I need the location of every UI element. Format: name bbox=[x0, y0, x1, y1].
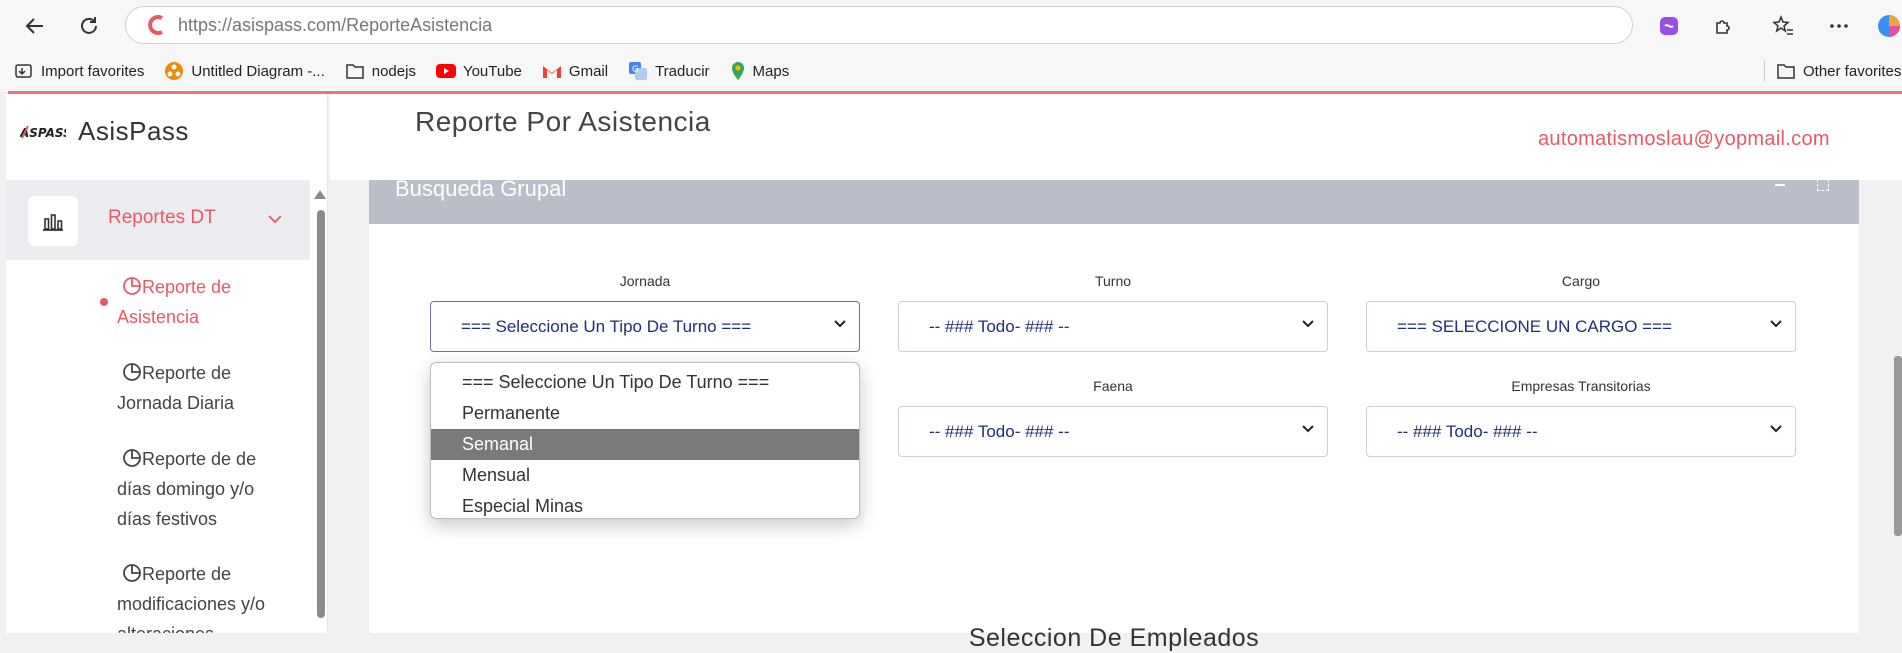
favorites-button[interactable] bbox=[1766, 9, 1800, 43]
bookmark-gmail[interactable]: Gmail bbox=[542, 63, 608, 80]
bookmark-maps[interactable]: Maps bbox=[730, 61, 789, 81]
chevron-down-icon[interactable] bbox=[268, 211, 282, 229]
sidebar-item-reporte-asistencia[interactable]: Reporte de Asistencia bbox=[117, 272, 287, 332]
jornada-dropdown-list: === Seleccione Un Tipo De Turno === Perm… bbox=[430, 362, 860, 519]
expand-icon[interactable] bbox=[1817, 179, 1829, 192]
bookmark-nodejs[interactable]: nodejs bbox=[345, 62, 416, 80]
arrow-left-icon bbox=[25, 18, 43, 34]
svg-text:G: G bbox=[632, 65, 639, 75]
translate-icon: G bbox=[628, 61, 648, 81]
bookmark-other-favorites[interactable]: Other favorites bbox=[1764, 60, 1901, 82]
turno-label: Turno bbox=[1094, 273, 1132, 289]
drawio-icon bbox=[164, 61, 184, 81]
back-button[interactable] bbox=[18, 9, 52, 43]
youtube-icon bbox=[435, 64, 456, 78]
pie-chart-icon bbox=[123, 564, 141, 582]
refresh-icon bbox=[81, 17, 97, 34]
faena-label: Faena bbox=[1093, 378, 1133, 394]
menu-reportes-dt-label: Reportes DT bbox=[108, 207, 216, 228]
chevron-down-icon bbox=[1770, 425, 1782, 433]
sidebar-item-reporte-jornada-diaria[interactable]: Reporte de Jornada Diaria bbox=[117, 358, 287, 418]
bookmark-import-favorites[interactable]: Import favorites bbox=[14, 62, 144, 80]
address-bar[interactable]: https://asispass.com/ReporteAsistencia bbox=[125, 6, 1633, 44]
topbar: Reporte Por Asistencia automatismoslau@y… bbox=[330, 94, 1902, 180]
menu-icon-box bbox=[28, 196, 78, 246]
url-text: https://asispass.com/ReporteAsistencia bbox=[178, 14, 493, 35]
brand-logo: ASPASS bbox=[20, 124, 66, 140]
jornada-select[interactable]: === Seleccione Un Tipo De Turno === bbox=[430, 301, 860, 352]
jornada-label: Jornada bbox=[619, 273, 671, 289]
maps-icon bbox=[730, 61, 746, 81]
pie-chart-icon bbox=[123, 277, 141, 295]
dropdown-option[interactable]: Mensual bbox=[431, 460, 859, 491]
star-list-icon bbox=[1772, 15, 1793, 35]
chevron-down-icon bbox=[1302, 320, 1314, 328]
sidebar-item-reporte-modificaciones[interactable]: Reporte de modificaciones y/o alteracion… bbox=[117, 559, 287, 633]
card-tools bbox=[1775, 176, 1829, 192]
browser-chrome: https://asispass.com/ReporteAsistencia I… bbox=[0, 0, 1902, 92]
chevron-down-icon bbox=[1302, 425, 1314, 433]
bookmarks-divider bbox=[1764, 60, 1765, 82]
sidebar-item-label: Reporte de modificaciones y/o alteracion… bbox=[117, 564, 266, 633]
sidebar-scrollbar[interactable] bbox=[317, 210, 325, 618]
refresh-button[interactable] bbox=[72, 9, 106, 43]
extensions-button[interactable] bbox=[1706, 9, 1740, 43]
user-email[interactable]: automatismoslau@yopmail.com bbox=[1538, 128, 1830, 151]
empresas-transitorias-select-value: -- ### Todo- ### -- bbox=[1397, 421, 1538, 441]
cargo-select-value: === SELECCIONE UN CARGO === bbox=[1397, 316, 1672, 336]
bookmark-untitled-diagram[interactable]: Untitled Diagram -... bbox=[164, 61, 325, 81]
sidebar: ASPASS AsisPass Reportes DT Reporte de A… bbox=[6, 94, 328, 633]
seleccion-empleados-title: Seleccion De Empleados bbox=[968, 624, 1260, 652]
minimize-icon[interactable] bbox=[1775, 184, 1786, 187]
dropdown-option[interactable]: === Seleccione Un Tipo De Turno === bbox=[431, 367, 859, 398]
faena-select-value: -- ### Todo- ### -- bbox=[929, 421, 1070, 441]
more-menu-button[interactable] bbox=[1822, 9, 1856, 43]
page-scrollbar[interactable] bbox=[1894, 356, 1902, 536]
empresas-transitorias-label: Empresas Transitorias bbox=[1511, 378, 1651, 394]
site-icon bbox=[148, 15, 166, 35]
dropdown-option[interactable]: Especial Minas bbox=[431, 491, 859, 522]
dropdown-option[interactable]: Permanente bbox=[431, 398, 859, 429]
ellipsis-icon bbox=[1830, 24, 1848, 28]
dropdown-option-highlighted[interactable]: Semanal bbox=[431, 429, 859, 460]
bookmark-traducir[interactable]: G Traducir bbox=[628, 61, 710, 81]
chevron-down-icon bbox=[834, 320, 846, 328]
bookmark-youtube[interactable]: YouTube bbox=[435, 63, 522, 80]
card-header: Busqueda Grupal bbox=[369, 176, 1859, 224]
sidebar-item-label: Reporte de Asistencia bbox=[117, 277, 232, 327]
jornada-select-value: === Seleccione Un Tipo De Turno === bbox=[461, 316, 752, 336]
extension-badge-icon bbox=[1660, 17, 1678, 35]
copilot-extension-button[interactable] bbox=[1652, 9, 1686, 43]
folder-icon bbox=[1776, 62, 1796, 80]
brand-name: AsisPass bbox=[78, 116, 189, 146]
sidebar-item-reporte-dias-domingo[interactable]: Reporte de de días domingo y/o días fest… bbox=[117, 444, 287, 534]
gmail-icon bbox=[542, 64, 562, 79]
puzzle-icon bbox=[1716, 20, 1730, 34]
faena-select[interactable]: -- ### Todo- ### -- bbox=[898, 406, 1328, 457]
cargo-select[interactable]: === SELECCIONE UN CARGO === bbox=[1366, 301, 1796, 352]
sidebar-item-label: Reporte de Jornada Diaria bbox=[117, 363, 235, 413]
turno-select[interactable]: -- ### Todo- ### -- bbox=[898, 301, 1328, 352]
brand[interactable]: ASPASS AsisPass bbox=[20, 116, 189, 147]
folder-icon bbox=[345, 62, 365, 80]
bar-chart-icon bbox=[43, 214, 63, 231]
sidebar-item-label: Reporte de de días domingo y/o días fest… bbox=[117, 449, 257, 529]
card-title: Busqueda Grupal bbox=[395, 176, 567, 201]
cargo-label: Cargo bbox=[1561, 273, 1601, 289]
pie-chart-icon bbox=[123, 363, 141, 381]
import-icon bbox=[14, 62, 34, 80]
empresas-transitorias-select[interactable]: -- ### Todo- ### -- bbox=[1366, 406, 1796, 457]
bookmarks-bar: Import favorites Untitled Diagram -... n… bbox=[0, 56, 1902, 86]
turno-select-value: -- ### Todo- ### -- bbox=[929, 316, 1070, 336]
chevron-down-icon bbox=[1770, 320, 1782, 328]
copilot-icon bbox=[1878, 15, 1900, 37]
sidebar-scroll-up-icon[interactable] bbox=[314, 190, 326, 199]
copilot-button[interactable] bbox=[1872, 9, 1902, 43]
active-indicator-dot bbox=[100, 298, 108, 306]
page-title: Reporte Por Asistencia bbox=[415, 106, 711, 137]
pie-chart-icon bbox=[123, 449, 141, 467]
